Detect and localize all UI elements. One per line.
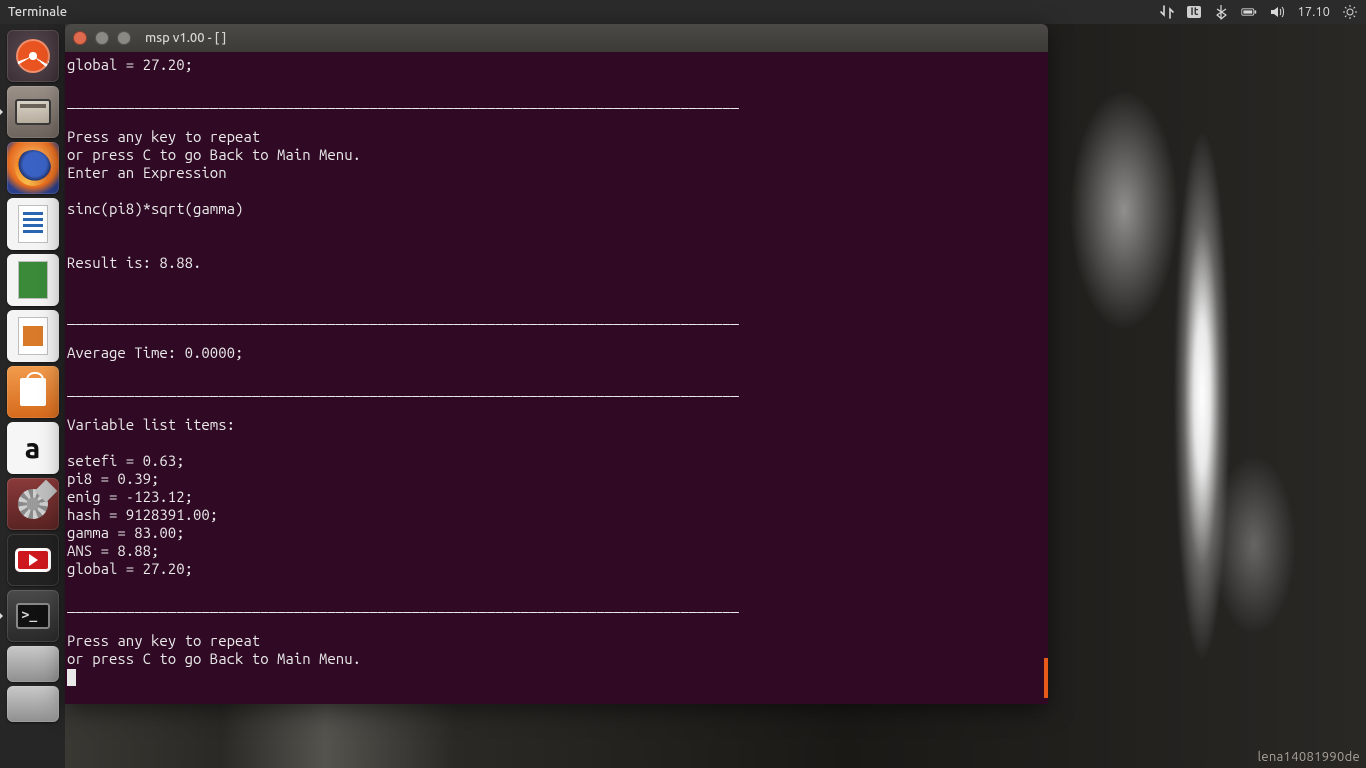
maximize-icon[interactable] [117, 31, 131, 45]
wrench-gear-icon [18, 489, 48, 519]
files-icon [15, 99, 51, 125]
terminal-output: global = 27.20; ________________________… [67, 56, 739, 667]
launcher-youtube[interactable] [7, 534, 59, 586]
launcher-calc[interactable] [7, 254, 59, 306]
launcher-files[interactable] [7, 86, 59, 138]
terminal-body[interactable]: global = 27.20; ________________________… [65, 52, 1048, 704]
scroll-indicator [1044, 658, 1048, 698]
calc-icon [18, 261, 48, 299]
lightning-graphic [1046, 24, 1306, 768]
keyboard-layout-indicator[interactable]: It [1187, 6, 1201, 18]
launcher-dash[interactable] [7, 30, 59, 82]
network-icon[interactable] [1159, 4, 1175, 20]
youtube-icon [15, 548, 51, 572]
clock[interactable]: 17.10 [1297, 5, 1330, 19]
ubuntu-logo-icon [16, 39, 50, 73]
indicator-area: It 17.10 [1159, 4, 1358, 20]
wallpaper-watermark: lena14081990de [1258, 750, 1360, 764]
battery-icon[interactable] [1241, 4, 1257, 20]
launcher-impress[interactable] [7, 310, 59, 362]
launcher-amazon[interactable]: a [7, 422, 59, 474]
terminal-title: msp v1.00 - [ ] [145, 31, 226, 45]
close-icon[interactable] [73, 31, 87, 45]
terminal-titlebar[interactable]: msp v1.00 - [ ] [65, 24, 1048, 52]
gear-icon[interactable] [1342, 4, 1358, 20]
top-panel: Terminale It 17.10 [0, 0, 1366, 24]
terminal-icon: >_ [16, 603, 50, 629]
launcher-device-2[interactable] [7, 686, 59, 722]
firefox-icon [15, 150, 51, 186]
shopping-bag-icon [20, 378, 46, 406]
minimize-icon[interactable] [95, 31, 109, 45]
launcher-settings[interactable] [7, 478, 59, 530]
active-app-title: Terminale [8, 5, 67, 19]
terminal-cursor [67, 669, 76, 686]
amazon-icon: a [25, 433, 40, 464]
sound-icon[interactable] [1269, 4, 1285, 20]
terminal-window: msp v1.00 - [ ] global = 27.20; ________… [65, 24, 1048, 704]
launcher-firefox[interactable] [7, 142, 59, 194]
impress-icon [18, 317, 48, 355]
unity-launcher: a >_ [0, 24, 65, 768]
launcher-terminal[interactable]: >_ [7, 590, 59, 642]
launcher-writer[interactable] [7, 198, 59, 250]
writer-icon [18, 205, 48, 243]
launcher-software[interactable] [7, 366, 59, 418]
bluetooth-icon[interactable] [1213, 4, 1229, 20]
launcher-device-1[interactable] [7, 646, 59, 682]
